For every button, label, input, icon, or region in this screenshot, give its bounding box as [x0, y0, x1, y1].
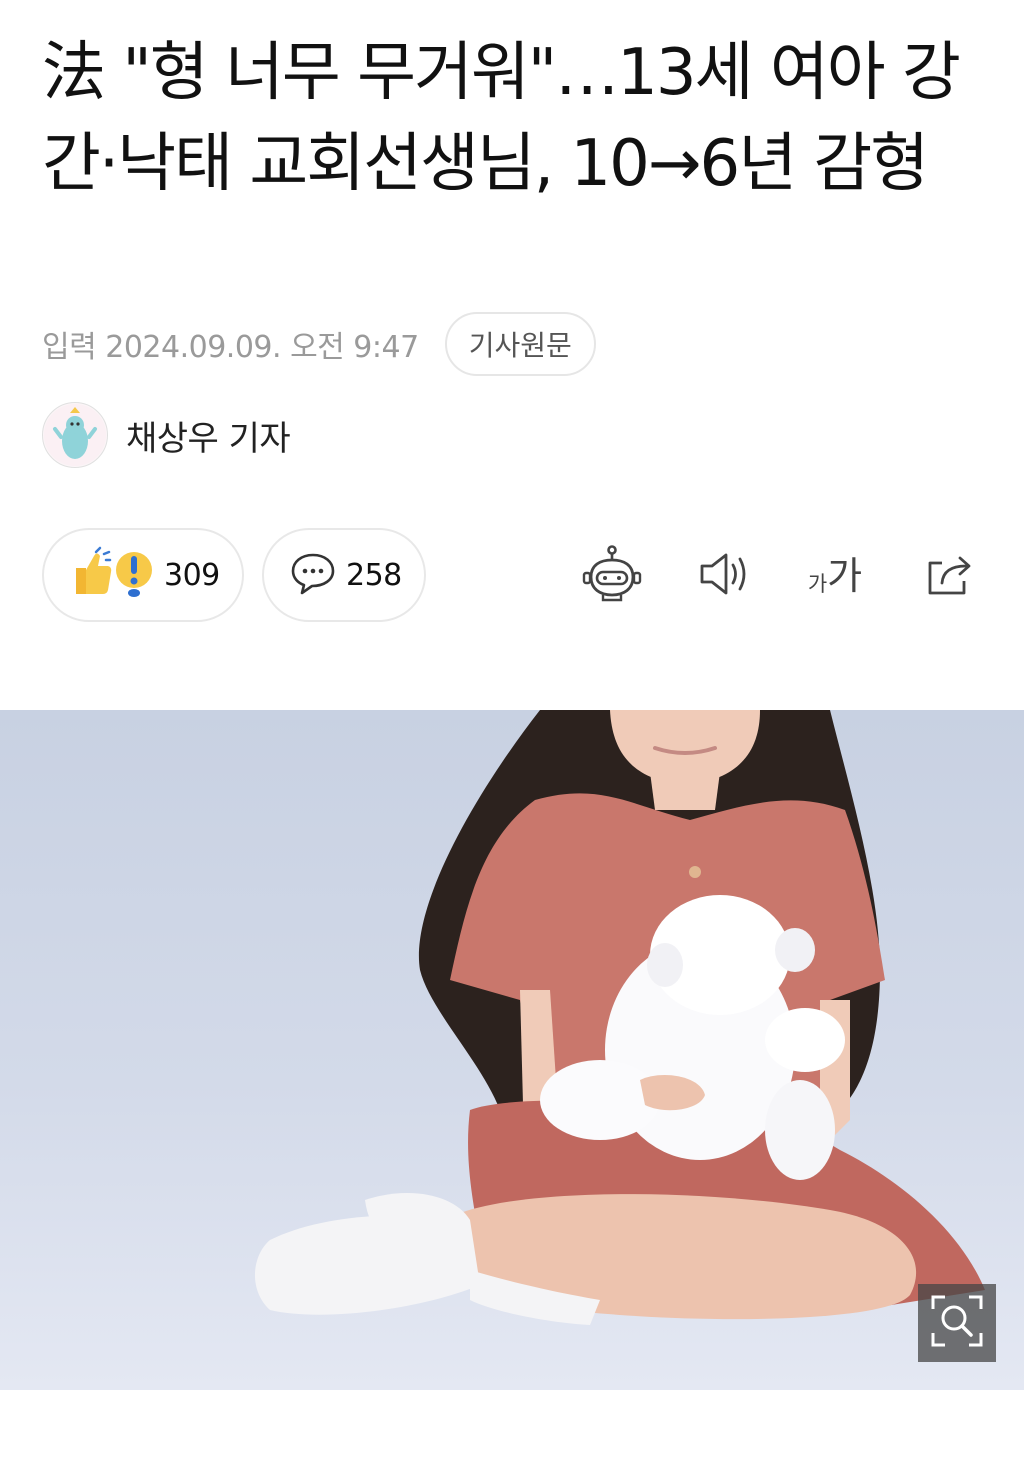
font-size-button[interactable]: 가 가 — [802, 544, 868, 608]
photo-zoom-button[interactable] — [918, 1284, 996, 1362]
robot-summary-button[interactable] — [580, 544, 644, 608]
share-button[interactable] — [918, 544, 982, 608]
comment-button[interactable]: 258 — [262, 528, 426, 622]
author-name[interactable]: 채상우 기자 — [126, 411, 291, 460]
comment-count: 258 — [346, 557, 402, 593]
article-title: 法 "형 너무 무거워"…13세 여아 강간·낙태 교회선생님, 10→6년 감… — [42, 36, 961, 201]
publish-date: 입력 2024.09.09. 오전 9:47 — [42, 330, 419, 365]
font-size-large-label: 가 — [827, 554, 863, 598]
text-to-speech-button[interactable] — [692, 544, 756, 608]
share-icon — [922, 549, 978, 603]
reaction-count: 309 — [164, 557, 220, 593]
author-avatar[interactable] — [42, 402, 108, 468]
zoom-search-icon — [929, 1293, 985, 1353]
speech-bubble-icon — [290, 551, 336, 599]
font-size-small-label: 가 — [807, 572, 828, 596]
article-meta: 입력 2024.09.09. 오전 9:47 기사원문 — [42, 312, 596, 376]
original-article-button[interactable]: 기사원문 — [444, 312, 596, 376]
font-size-icon: 가 가 — [808, 556, 862, 596]
photo-illustration — [0, 710, 1024, 1390]
thumbs-up-exclamation-icon — [70, 546, 154, 604]
robot-summary-icon — [581, 545, 643, 607]
author-block[interactable]: 채상우 기자 — [42, 402, 291, 468]
speaker-icon — [696, 550, 752, 602]
article-photo[interactable] — [0, 710, 1024, 1390]
reaction-button[interactable]: 309 — [42, 528, 244, 622]
